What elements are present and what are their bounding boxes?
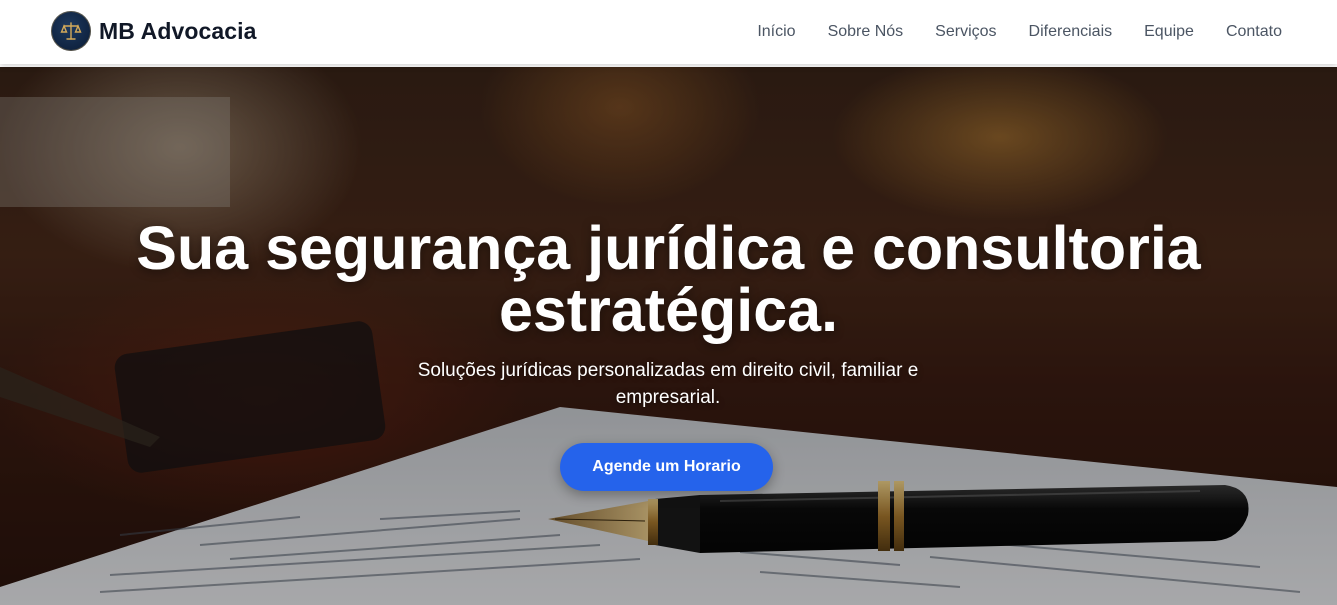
hero-title-line2: estratégica. bbox=[498, 276, 839, 344]
nav-item-inicio[interactable]: Início bbox=[757, 23, 795, 41]
nav-item-sobre-nos[interactable]: Sobre Nós bbox=[828, 23, 904, 41]
site-header: MB Advocacia Início Sobre Nós Serviços D… bbox=[0, 0, 1337, 64]
hero-title-line1: Sua segurança jurídica e consultoria bbox=[136, 214, 1201, 282]
scales-of-justice-logo-icon bbox=[51, 11, 91, 51]
nav-item-servicos[interactable]: Serviços bbox=[935, 23, 996, 41]
hero-section: Sua segurança jurídica e consultoria est… bbox=[0, 67, 1337, 605]
brand-name: MB Advocacia bbox=[99, 17, 257, 44]
nav-item-equipe[interactable]: Equipe bbox=[1144, 23, 1194, 41]
hero-subtitle: Soluções jurídicas personalizadas em dir… bbox=[417, 360, 919, 408]
schedule-appointment-button[interactable]: Agende um Horario bbox=[560, 443, 773, 491]
nav-item-diferenciais[interactable]: Diferenciais bbox=[1029, 23, 1113, 41]
nav-item-contato[interactable]: Contato bbox=[1226, 23, 1282, 41]
main-nav: Início Sobre Nós Serviços Diferenciais E… bbox=[757, 0, 1282, 64]
brand-home-link[interactable]: MB Advocacia bbox=[51, 11, 257, 51]
hero-title: Sua segurança jurídica e consultoria est… bbox=[0, 217, 1337, 341]
